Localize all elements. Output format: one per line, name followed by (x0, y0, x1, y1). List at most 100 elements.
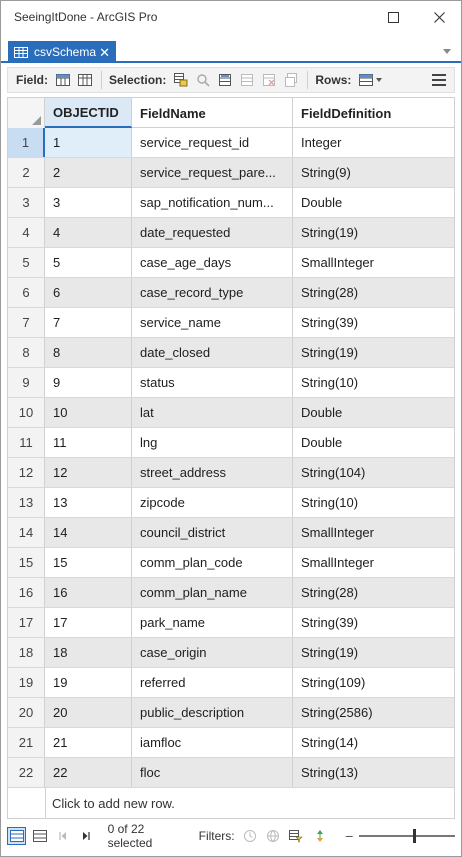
cell-objectid[interactable]: 13 (45, 488, 132, 517)
cell-objectid[interactable]: 8 (45, 338, 132, 367)
select-by-attributes-icon[interactable] (173, 72, 189, 88)
cell-fieldname[interactable]: zipcode (132, 488, 293, 517)
cell-objectid[interactable]: 21 (45, 728, 132, 757)
row-number[interactable]: 3 (8, 188, 45, 217)
row-number[interactable]: 5 (8, 248, 45, 277)
cell-fielddefinition[interactable]: SmallInteger (293, 548, 454, 577)
select-all-corner[interactable] (8, 98, 45, 128)
row-number[interactable]: 21 (8, 728, 45, 757)
cell-fieldname[interactable]: lat (132, 398, 293, 427)
filter-table-button[interactable] (287, 827, 306, 845)
table-row[interactable]: 10 10 lat Double (8, 398, 454, 428)
cell-fieldname[interactable]: referred (132, 668, 293, 697)
sort-toggle-button[interactable] (310, 827, 329, 845)
cell-fieldname[interactable]: case_age_days (132, 248, 293, 277)
cell-objectid[interactable]: 17 (45, 608, 132, 637)
cell-fielddefinition[interactable]: String(19) (293, 338, 454, 367)
cell-fielddefinition[interactable]: Integer (293, 128, 454, 157)
row-number[interactable]: 9 (8, 368, 45, 397)
cell-fielddefinition[interactable]: String(14) (293, 728, 454, 757)
add-new-row[interactable]: Click to add new row. (45, 788, 454, 818)
time-filter-button[interactable] (241, 827, 260, 845)
cell-fielddefinition[interactable]: String(13) (293, 758, 454, 787)
table-row[interactable]: 9 9 status String(10) (8, 368, 454, 398)
cell-fielddefinition[interactable]: Double (293, 398, 454, 427)
cell-objectid[interactable]: 19 (45, 668, 132, 697)
cell-objectid[interactable]: 3 (45, 188, 132, 217)
extent-filter-button[interactable] (264, 827, 283, 845)
table-row[interactable]: 5 5 case_age_days SmallInteger (8, 248, 454, 278)
cell-fielddefinition[interactable]: String(28) (293, 278, 454, 307)
cell-fieldname[interactable]: sap_notification_num... (132, 188, 293, 217)
row-number[interactable]: 10 (8, 398, 45, 427)
cell-fieldname[interactable]: service_request_pare... (132, 158, 293, 187)
table-row[interactable]: 7 7 service_name String(39) (8, 308, 454, 338)
table-row[interactable]: 19 19 referred String(109) (8, 668, 454, 698)
tab-csvschema[interactable]: csvSchema ✕ (8, 41, 116, 63)
cell-fielddefinition[interactable]: String(28) (293, 578, 454, 607)
maximize-button[interactable] (371, 1, 415, 33)
cell-objectid[interactable]: 18 (45, 638, 132, 667)
column-header-fieldname[interactable]: FieldName (132, 98, 293, 128)
calculate-field-icon[interactable] (77, 72, 93, 88)
cell-objectid[interactable]: 6 (45, 278, 132, 307)
table-row[interactable]: 4 4 date_requested String(19) (8, 218, 454, 248)
row-number[interactable]: 6 (8, 278, 45, 307)
cell-fielddefinition[interactable]: String(39) (293, 608, 454, 637)
cell-objectid[interactable]: 5 (45, 248, 132, 277)
copy-selection-icon[interactable] (283, 72, 299, 88)
cell-fielddefinition[interactable]: String(109) (293, 668, 454, 697)
cell-fielddefinition[interactable]: String(19) (293, 638, 454, 667)
row-number[interactable]: 19 (8, 668, 45, 697)
cell-fieldname[interactable]: floc (132, 758, 293, 787)
table-row[interactable]: 8 8 date_closed String(19) (8, 338, 454, 368)
cell-objectid[interactable]: 2 (45, 158, 132, 187)
table-row[interactable]: 20 20 public_description String(2586) (8, 698, 454, 728)
clear-selection-icon[interactable] (239, 72, 255, 88)
table-row[interactable]: 22 22 floc String(13) (8, 758, 454, 788)
show-selected-records-button[interactable] (30, 827, 49, 845)
row-number[interactable]: 12 (8, 458, 45, 487)
zoom-slider-thumb[interactable] (413, 829, 417, 843)
table-row[interactable]: 16 16 comm_plan_name String(28) (8, 578, 454, 608)
cell-fieldname[interactable]: public_description (132, 698, 293, 727)
cell-objectid[interactable]: 11 (45, 428, 132, 457)
table-row[interactable]: 14 14 council_district SmallInteger (8, 518, 454, 548)
row-number[interactable]: 20 (8, 698, 45, 727)
table-row[interactable]: 17 17 park_name String(39) (8, 608, 454, 638)
zoom-slider[interactable] (359, 829, 455, 843)
rows-menu-icon[interactable] (358, 72, 374, 88)
close-window-button[interactable] (417, 1, 461, 33)
row-number[interactable]: 4 (8, 218, 45, 247)
cell-objectid[interactable]: 14 (45, 518, 132, 547)
cell-fieldname[interactable]: iamfloc (132, 728, 293, 757)
column-header-objectid[interactable]: OBJECTID (45, 98, 132, 128)
cell-fielddefinition[interactable]: SmallInteger (293, 518, 454, 547)
cell-fielddefinition[interactable]: String(10) (293, 488, 454, 517)
table-row[interactable]: 1 1 service_request_id Integer (8, 128, 454, 158)
row-number[interactable]: 2 (8, 158, 45, 187)
cell-fieldname[interactable]: street_address (132, 458, 293, 487)
table-row[interactable]: 12 12 street_address String(104) (8, 458, 454, 488)
show-all-records-button[interactable] (7, 827, 27, 845)
last-record-button[interactable] (76, 827, 95, 845)
row-number[interactable]: 11 (8, 428, 45, 457)
row-number[interactable]: 15 (8, 548, 45, 577)
tab-dropdown-icon[interactable] (443, 49, 451, 54)
cell-fieldname[interactable]: service_request_id (132, 128, 293, 157)
table-row[interactable]: 6 6 case_record_type String(28) (8, 278, 454, 308)
cell-objectid[interactable]: 16 (45, 578, 132, 607)
cell-fielddefinition[interactable]: SmallInteger (293, 248, 454, 277)
first-record-button[interactable] (53, 827, 72, 845)
rows-dropdown-caret-icon[interactable] (376, 78, 383, 82)
switch-selection-icon[interactable] (217, 72, 233, 88)
cell-fielddefinition[interactable]: String(10) (293, 368, 454, 397)
cell-fieldname[interactable]: case_record_type (132, 278, 293, 307)
cell-objectid[interactable]: 10 (45, 398, 132, 427)
table-row[interactable]: 11 11 lng Double (8, 428, 454, 458)
cell-objectid[interactable]: 9 (45, 368, 132, 397)
row-number[interactable]: 7 (8, 308, 45, 337)
cell-fielddefinition[interactable]: String(2586) (293, 698, 454, 727)
cell-fielddefinition[interactable]: Double (293, 428, 454, 457)
cell-fieldname[interactable]: date_closed (132, 338, 293, 367)
